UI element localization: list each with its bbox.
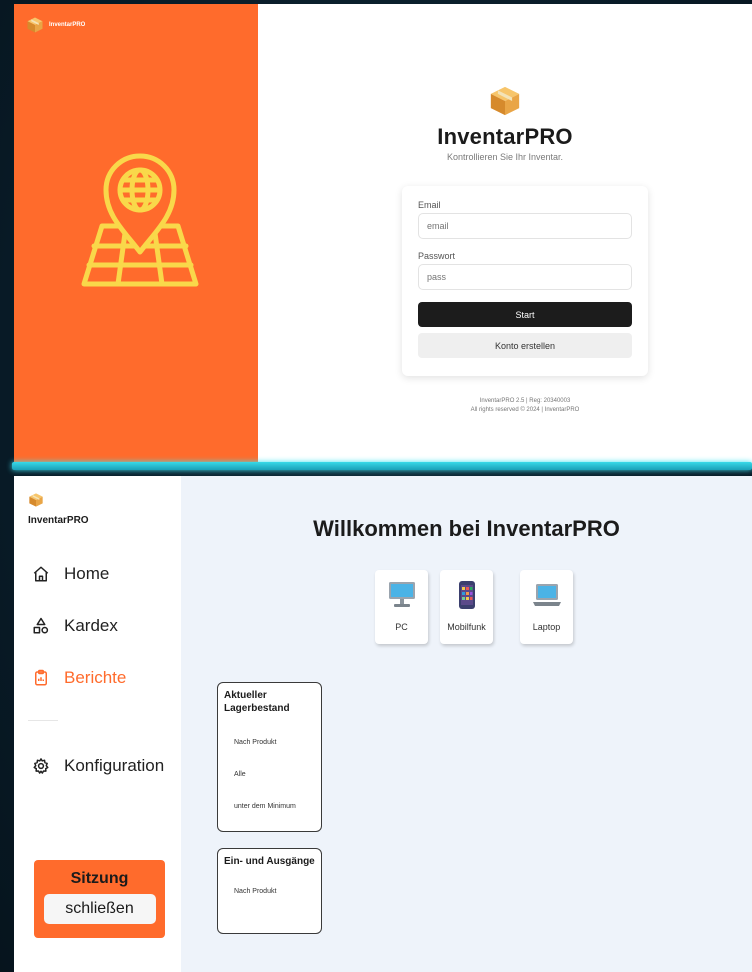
mini-brand-name: InventarPRO — [49, 22, 86, 28]
desktop-icon — [388, 582, 415, 607]
brand-header: InventarPRO Kontrollieren Sie Ihr Invent… — [258, 84, 752, 162]
sidebar: InventarPRO Home Kardex Berichte Konfigu… — [14, 476, 181, 972]
login-footer: InventarPRO 2.5 | Reg: 20340003 All righ… — [402, 397, 648, 415]
sidebar-brand: InventarPRO — [28, 492, 89, 526]
start-button[interactable]: Start — [418, 302, 632, 327]
dashboard-window: InventarPRO Home Kardex Berichte Konfigu… — [14, 476, 752, 972]
phone-icon — [458, 581, 475, 609]
category-label: Laptop — [532, 622, 561, 632]
create-account-button[interactable]: Konto erstellen — [418, 333, 632, 358]
category-card-pc[interactable]: PC — [375, 570, 428, 644]
report-link-by-product[interactable]: Nach Produkt — [234, 739, 315, 746]
welcome-title: Willkommen bei InventarPRO — [313, 516, 620, 541]
app-title: InventarPRO — [437, 124, 573, 149]
sidebar-divider — [28, 720, 58, 721]
box-logo-icon — [490, 86, 520, 116]
box-icon — [29, 493, 43, 507]
report-link-all[interactable]: Alle — [234, 771, 315, 778]
mini-brand-logo: InventarPRO — [26, 16, 85, 34]
gear-icon — [33, 758, 49, 774]
sidebar-item-konfiguration[interactable]: Konfiguration — [32, 756, 164, 776]
session-title: Sitzung — [70, 870, 129, 887]
sidebar-item-berichte[interactable]: Berichte — [32, 668, 126, 688]
sidebar-brand-name: InventarPRO — [28, 515, 89, 526]
footer-version: InventarPRO 2.5 | Reg: 20340003 — [479, 398, 571, 404]
sidebar-item-label: Berichte — [64, 668, 127, 687]
report-card-in-out: Ein- und Ausgänge Nach Produkt — [217, 848, 322, 934]
screen-divider — [12, 462, 752, 470]
report-card-stock: Aktueller Lagerbestand Nach Produkt Alle… — [217, 682, 322, 832]
sidebar-item-label: Konfiguration — [64, 756, 165, 775]
category-label: Mobilfunk — [447, 622, 486, 632]
main-content: Willkommen bei InventarPRO PC Mobilfunk — [181, 476, 752, 972]
logout-button[interactable]: schließen — [43, 894, 156, 924]
category-card-laptop[interactable]: Laptop — [520, 570, 573, 644]
login-card: Email Passwort Start Konto erstellen — [402, 186, 648, 376]
email-field[interactable] — [418, 213, 632, 239]
clipboard-icon — [35, 669, 47, 686]
box-icon — [27, 17, 43, 33]
password-label: Passwort — [418, 251, 456, 261]
report-link-by-product[interactable]: Nach Produkt — [234, 888, 315, 895]
login-form-panel: InventarPRO Kontrollieren Sie Ihr Invent… — [258, 4, 752, 464]
report-link-below-minimum[interactable]: unter dem Minimum — [234, 803, 315, 810]
app-subtitle: Kontrollieren Sie Ihr Inventar. — [446, 152, 564, 162]
home-icon — [33, 566, 49, 582]
email-label: Email — [418, 200, 441, 210]
report-card-title: Ein- und Ausgänge — [224, 856, 315, 867]
login-window: InventarPRO InventarPRO Kontrollieren Si… — [14, 4, 752, 464]
sidebar-item-label: Home — [64, 564, 110, 583]
category-card-mobilfunk[interactable]: Mobilfunk — [440, 570, 493, 644]
category-label: PC — [395, 622, 408, 632]
sidebar-item-kardex[interactable]: Kardex — [32, 616, 118, 636]
sidebar-item-label: Kardex — [64, 616, 118, 635]
footer-copyright: All rights reserved © 2024 | InventarPRO — [470, 407, 580, 413]
sidebar-item-home[interactable]: Home — [32, 564, 109, 584]
shapes-icon — [33, 617, 49, 634]
password-field[interactable] — [418, 264, 632, 290]
laptop-icon — [532, 584, 561, 606]
session-panel: Sitzung schließen — [34, 860, 165, 938]
report-card-title: Aktueller Lagerbestand — [224, 690, 290, 714]
map-location-icon — [81, 153, 199, 287]
login-hero-panel: InventarPRO — [14, 4, 258, 464]
